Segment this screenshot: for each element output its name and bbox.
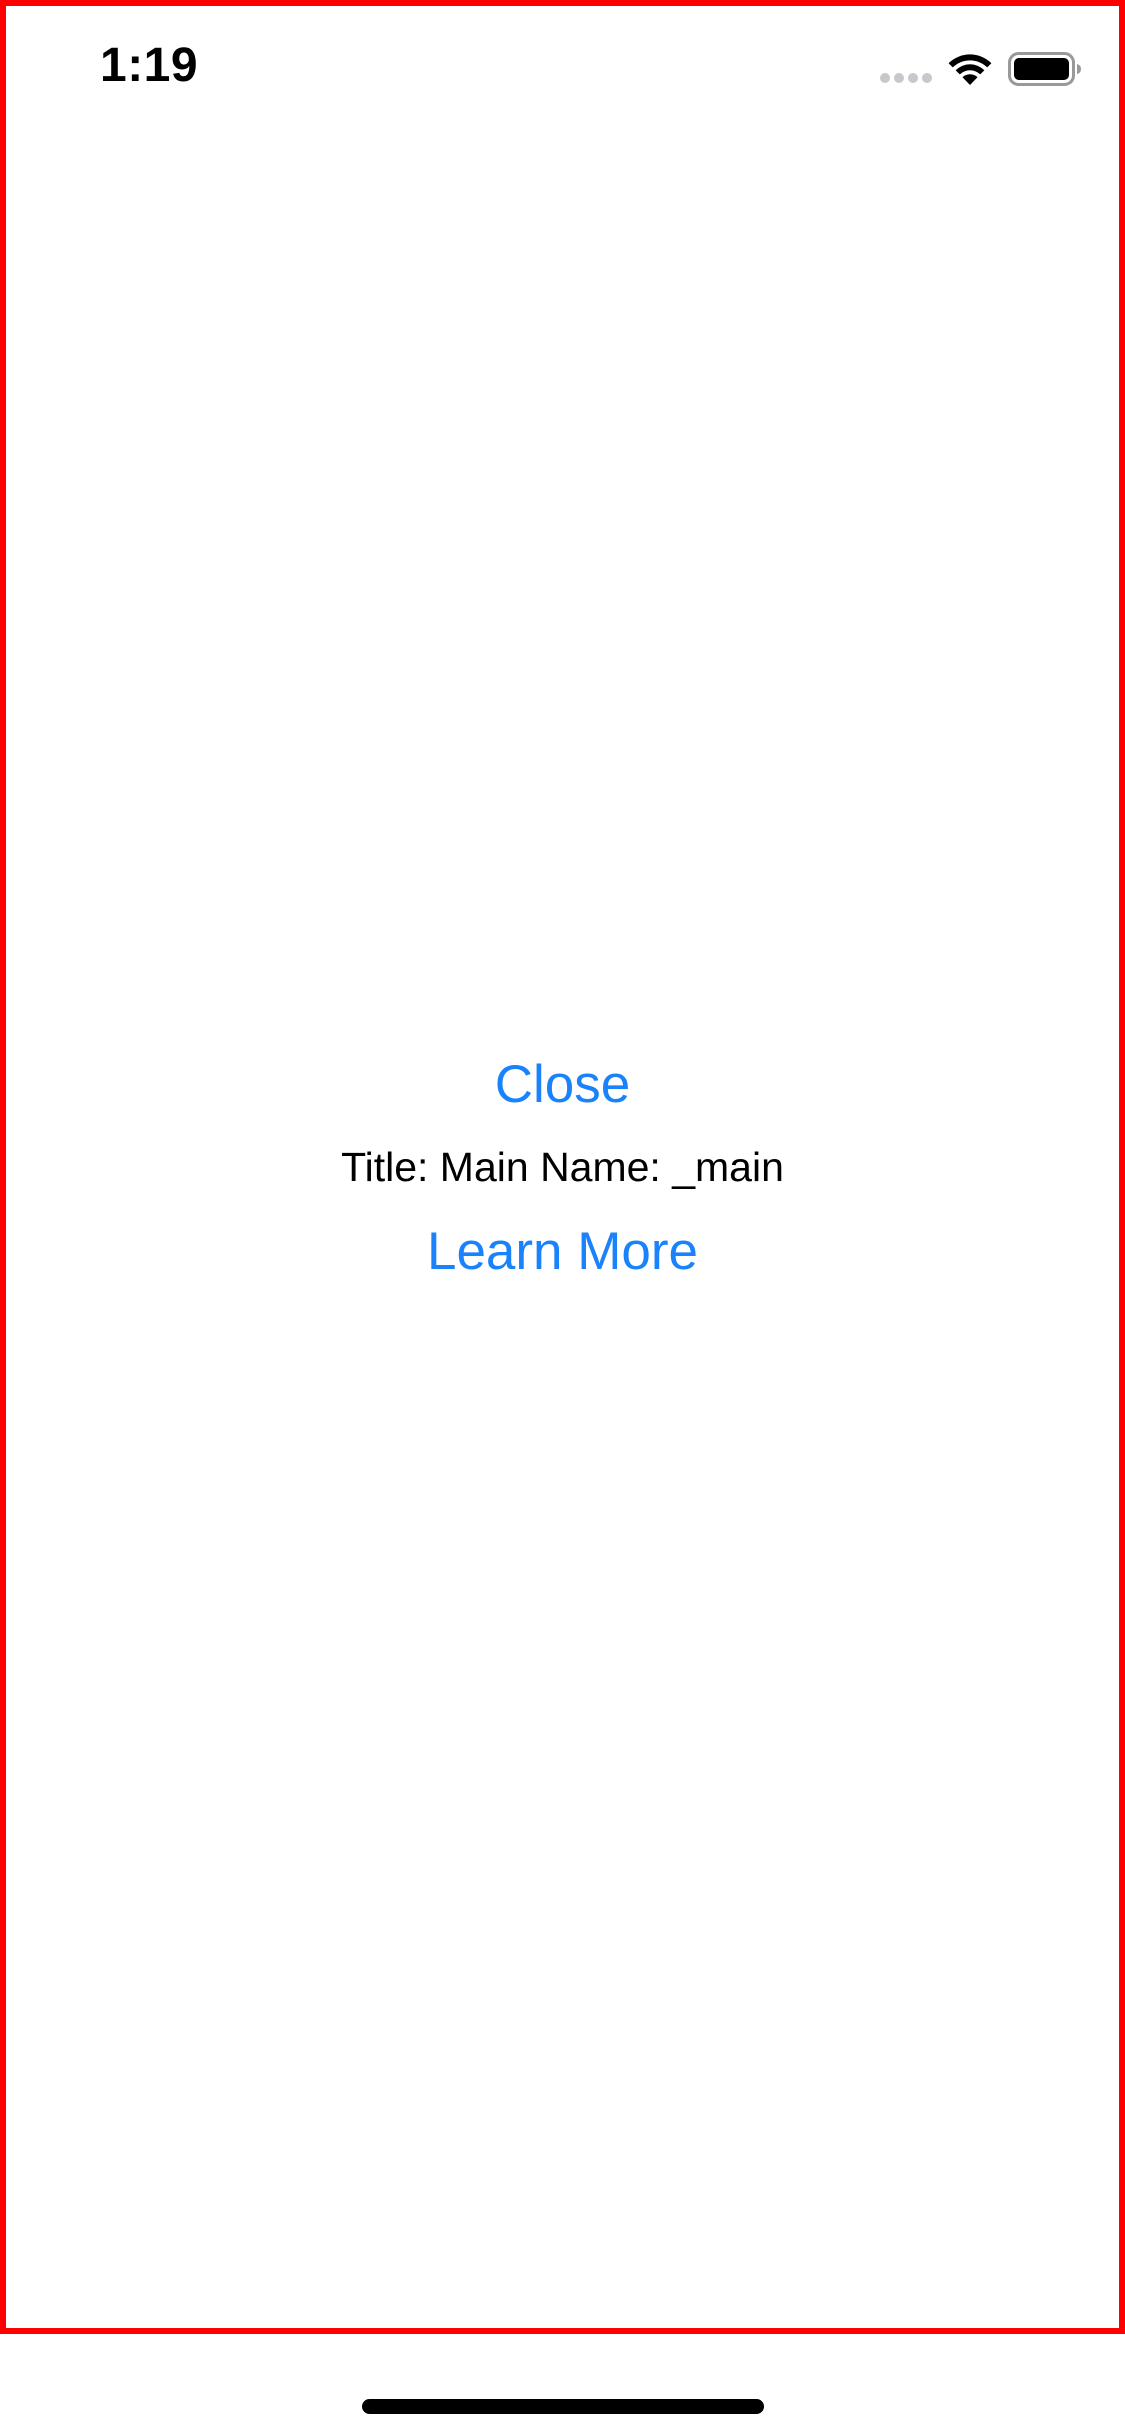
main-content: Close Title: Main Name: _main Learn More bbox=[0, 1040, 1125, 1300]
app-screen: 1:19 Close Title: Main Name: _main Learn… bbox=[0, 0, 1125, 2436]
learn-more-button[interactable]: Learn More bbox=[0, 1204, 1125, 1300]
battery-icon bbox=[1008, 52, 1081, 86]
home-indicator[interactable] bbox=[362, 2399, 764, 2414]
cellular-signal-icon bbox=[880, 73, 934, 85]
title-name-label: Title: Main Name: _main bbox=[341, 1144, 784, 1190]
status-bar: 1:19 bbox=[0, 0, 1125, 132]
close-button[interactable]: Close bbox=[0, 1040, 1125, 1130]
status-time: 1:19 bbox=[100, 39, 199, 92]
wifi-icon bbox=[948, 54, 992, 85]
